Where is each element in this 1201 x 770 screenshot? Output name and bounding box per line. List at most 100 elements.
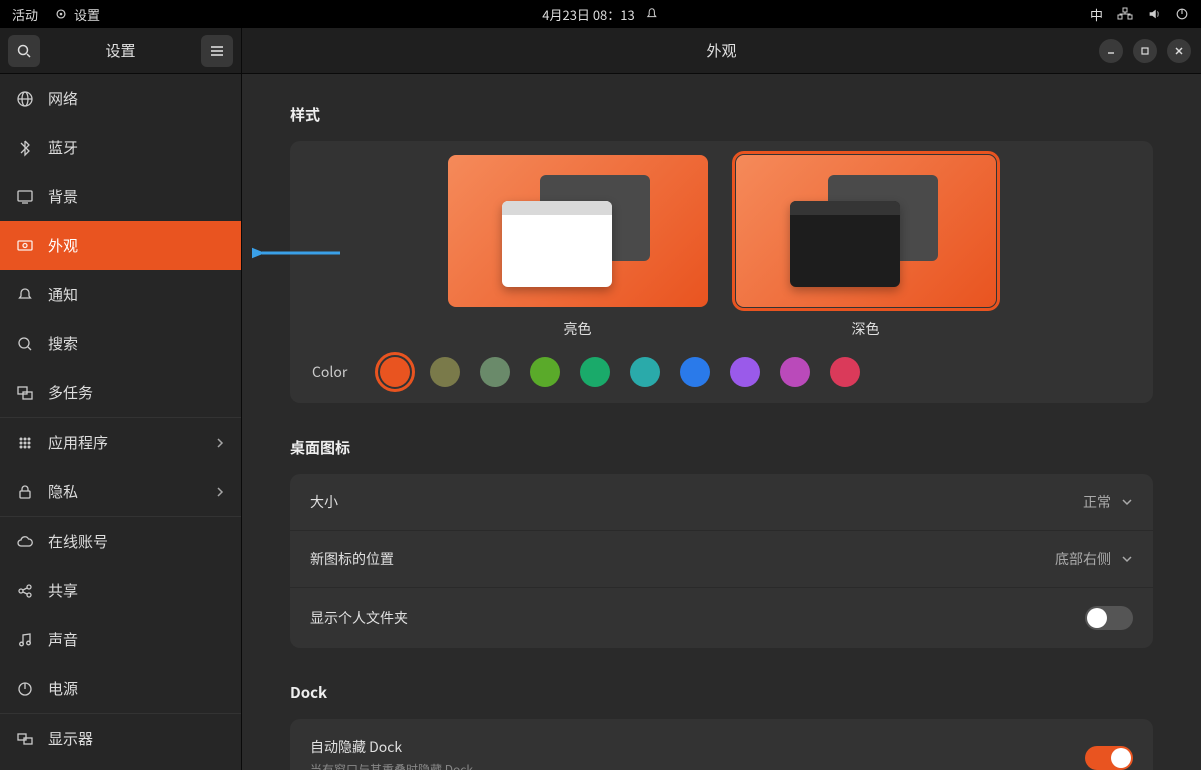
color-swatch-3[interactable]	[530, 357, 560, 387]
gear-icon	[54, 7, 68, 21]
toggle-auto-hide-dock[interactable]	[1085, 746, 1133, 770]
dock-block: 自动隐藏 Dock 当有窗口与其重叠时隐藏 Dock	[290, 719, 1153, 770]
sidebar-item-share[interactable]: 共享	[0, 566, 241, 615]
sidebar-item-cloud[interactable]: 在线账号	[0, 516, 241, 566]
color-row: Color	[310, 353, 1133, 391]
activities-button[interactable]: 活动	[12, 5, 38, 24]
color-swatch-6[interactable]	[680, 357, 710, 387]
color-label: Color	[312, 362, 362, 382]
sidebar-item-apps[interactable]: 应用程序	[0, 417, 241, 467]
style-preview-light	[448, 155, 708, 307]
row-icon-size-value: 正常	[1083, 492, 1111, 512]
music-icon	[16, 631, 34, 649]
sidebar-item-bluetooth[interactable]: 蓝牙	[0, 123, 241, 172]
app-menu[interactable]: 设置	[54, 5, 100, 24]
hamburger-button[interactable]	[201, 35, 233, 67]
globe-icon	[16, 90, 34, 108]
section-title-style: 样式	[290, 104, 1153, 125]
bell-icon	[16, 286, 34, 304]
sidebar-item-label: 隐私	[48, 481, 78, 502]
search-icon	[16, 43, 32, 59]
sidebar-item-label: 声音	[48, 629, 78, 650]
lock-icon	[16, 483, 34, 501]
sidebar-item-label: 在线账号	[48, 531, 108, 552]
sidebar-item-label: 蓝牙	[48, 137, 78, 158]
row-auto-hide-sub: 当有窗口与其重叠时隐藏 Dock	[310, 761, 473, 770]
row-auto-hide-label: 自动隐藏 Dock	[310, 737, 473, 757]
sidebar-item-search[interactable]: 搜索	[0, 319, 241, 368]
color-swatch-1[interactable]	[430, 357, 460, 387]
color-swatch-5[interactable]	[630, 357, 660, 387]
row-show-home: 显示个人文件夹	[290, 588, 1153, 648]
page-title: 外观	[706, 40, 736, 61]
row-show-home-label: 显示个人文件夹	[310, 608, 408, 628]
share-icon	[16, 582, 34, 600]
sidebar-item-power[interactable]: 电源	[0, 664, 241, 713]
minimize-button[interactable]	[1099, 39, 1123, 63]
multitask-icon	[16, 384, 34, 402]
sidebar-item-displays[interactable]: 显示器	[0, 713, 241, 763]
minimize-icon	[1106, 46, 1116, 56]
sidebar-header: 设置	[0, 28, 242, 73]
sidebar-item-lock[interactable]: 隐私	[0, 467, 241, 516]
color-swatch-4[interactable]	[580, 357, 610, 387]
clock[interactable]: 4月23日 08：13	[542, 5, 634, 24]
main-header: 外观	[242, 28, 1201, 73]
sidebar-item-multitask[interactable]: 多任务	[0, 368, 241, 417]
color-swatch-8[interactable]	[780, 357, 810, 387]
app-menu-label: 设置	[74, 5, 100, 24]
main-content: 样式 亮色 深色 Color	[242, 74, 1201, 770]
sidebar-item-label: 显示器	[48, 728, 93, 749]
sidebar-item-label: 电源	[48, 678, 78, 699]
displays-icon	[16, 730, 34, 748]
style-light-label: 亮色	[564, 319, 592, 339]
color-swatch-0[interactable]	[380, 357, 410, 387]
style-block: 亮色 深色 Color	[290, 141, 1153, 403]
sidebar-title: 设置	[48, 40, 193, 61]
apps-icon	[16, 434, 34, 452]
ime-indicator[interactable]: 中	[1090, 5, 1103, 24]
sidebar-item-label: 网络	[48, 88, 78, 109]
color-swatch-7[interactable]	[730, 357, 760, 387]
sidebar-item-display[interactable]: 外观	[0, 221, 241, 270]
close-icon	[1174, 46, 1184, 56]
color-swatch-9[interactable]	[830, 357, 860, 387]
sidebar-item-monitor[interactable]: 背景	[0, 172, 241, 221]
sidebar-item-label: 外观	[48, 235, 78, 256]
maximize-button[interactable]	[1133, 39, 1157, 63]
volume-icon[interactable]	[1147, 7, 1161, 21]
top-bar: 活动 设置 4月23日 08：13 中	[0, 0, 1201, 28]
sidebar-item-music[interactable]: 声音	[0, 615, 241, 664]
row-auto-hide-dock: 自动隐藏 Dock 当有窗口与其重叠时隐藏 Dock	[290, 719, 1153, 770]
sidebar: 网络蓝牙背景外观通知搜索多任务应用程序隐私在线账号共享声音电源显示器	[0, 74, 242, 770]
color-swatch-2[interactable]	[480, 357, 510, 387]
section-title-desktop-icons: 桌面图标	[290, 437, 1153, 458]
row-icon-size[interactable]: 大小 正常	[290, 474, 1153, 531]
window-header: 设置 外观	[0, 28, 1201, 74]
style-option-light[interactable]: 亮色	[448, 155, 708, 339]
power-icon	[16, 680, 34, 698]
sidebar-item-label: 搜索	[48, 333, 78, 354]
chevron-right-icon	[215, 486, 225, 498]
sidebar-item-label: 共享	[48, 580, 78, 601]
search-button[interactable]	[8, 35, 40, 67]
sidebar-item-label: 多任务	[48, 382, 93, 403]
toggle-show-home[interactable]	[1085, 606, 1133, 630]
row-icon-position[interactable]: 新图标的位置 底部右侧	[290, 531, 1153, 588]
bluetooth-icon	[16, 139, 34, 157]
style-option-dark[interactable]: 深色	[736, 155, 996, 339]
maximize-icon	[1140, 46, 1150, 56]
notification-icon[interactable]	[645, 7, 659, 21]
cloud-icon	[16, 533, 34, 551]
sidebar-item-bell[interactable]: 通知	[0, 270, 241, 319]
power-icon[interactable]	[1175, 7, 1189, 21]
chevron-down-icon	[1121, 553, 1133, 565]
sidebar-item-globe[interactable]: 网络	[0, 74, 241, 123]
chevron-right-icon	[215, 437, 225, 449]
sidebar-item-label: 应用程序	[48, 432, 108, 453]
close-button[interactable]	[1167, 39, 1191, 63]
row-icon-size-label: 大小	[310, 492, 338, 512]
section-title-dock: Dock	[290, 682, 1153, 703]
network-icon[interactable]	[1117, 7, 1133, 21]
style-preview-dark	[736, 155, 996, 307]
